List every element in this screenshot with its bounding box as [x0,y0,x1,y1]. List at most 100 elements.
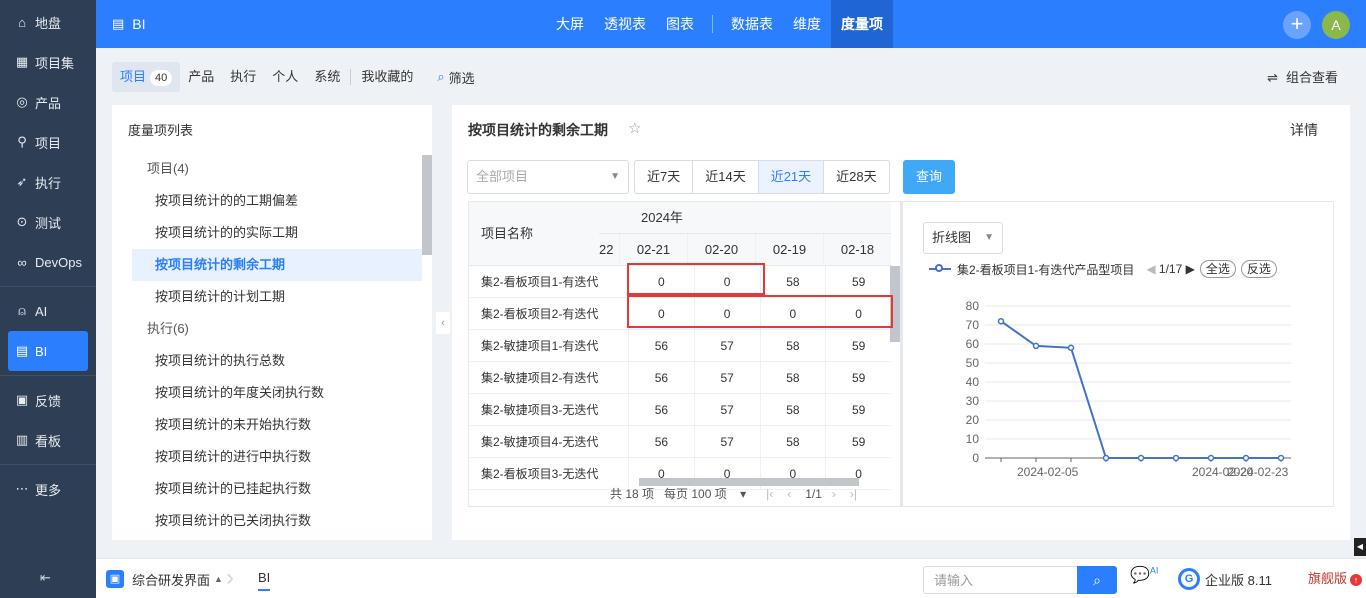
list-scrollbar[interactable] [422,155,432,255]
project-select[interactable]: 全部项目 ▼ [467,160,629,194]
more-icon: ⋯ [15,481,29,496]
metric-item[interactable]: 按项目统计的剩余工期 [132,249,422,281]
top-tab-4[interactable]: 维度 [783,0,831,48]
range-button-3[interactable]: 近28天 [823,160,890,194]
category-tab-label: 个人 [272,69,299,84]
sidebar-item-label: BI [35,343,48,359]
category-tab-3[interactable]: 个人 [264,62,306,92]
y-tick-label: 10 [966,432,980,446]
sidebar-item-6[interactable]: ∞ DevOps [0,242,96,282]
top-tab-2[interactable]: 图表 [656,0,704,48]
chart-type-select[interactable]: 折线图 ▼ [923,222,1003,254]
combo-view-button[interactable]: ⇌ 组合查看 [1267,67,1338,86]
chart-legend: 集2-看板项目1-有迭代产品型项目 ◀ 1/17 ▶ 全选 反选 [929,260,1277,278]
category-tab-4[interactable]: 系统 [306,62,348,92]
top-tab-1[interactable]: 透视表 [594,0,656,48]
metric-item[interactable]: 按项目统计的未开始执行数 [132,409,422,441]
page-indicator: 1/1 [805,486,822,501]
y-tick-label: 50 [966,356,980,370]
range-button-2[interactable]: 近21天 [757,160,825,194]
first-page-icon[interactable]: |‹ [766,487,773,501]
execute-icon: ➶ [16,174,28,189]
project-count-badge: 40 [150,70,173,86]
y-tick-label: 60 [966,337,980,351]
y-tick-label: 30 [966,394,980,408]
sidebar-item-label: 产品 [35,95,62,111]
flagship-upgrade[interactable]: 旗舰版 ↑ [1308,559,1363,598]
top-tab-5[interactable]: 度量项 [831,0,893,48]
top-bar: ▤ BI 大屏 透视表 图表 数据表 维度 度量项 + A [96,0,1366,48]
line-chart: 010203040506070802024-02-05 2024-02-20202… [966,299,1291,479]
top-tab-0[interactable]: 大屏 [546,0,594,48]
sidebar-item-4[interactable]: ➶ 执行 [0,162,96,202]
metric-item[interactable]: 按项目统计的进行中执行数 [132,441,422,473]
invert-selection-button[interactable]: 反选 [1240,260,1277,278]
detail-link[interactable]: 详情 [1290,120,1318,140]
metric-item[interactable]: 按项目统计的年度关闭执行数 [132,377,422,409]
metric-item[interactable]: 按项目统计的执行总数 [132,345,422,377]
workspace-switcher[interactable]: ▣ 综合研发界面 ▲ [106,559,223,598]
edition-info[interactable]: G 企业版 8.11 [1178,559,1272,598]
query-button[interactable]: 查询 [903,160,955,194]
x-tick-label: 2024-02-05 [1017,465,1079,479]
flagship-label: 旗舰版 [1308,571,1348,586]
bottom-bar: ▣ 综合研发界面 ▲ › BI ⌕ 💬AI G 企业版 8.11 旗舰版↑ [96,558,1366,598]
sidebar-item-0[interactable]: ⌂ 地盘 [0,2,96,42]
ai-chat-icon[interactable]: 💬AI [1130,565,1158,585]
next-page-icon[interactable]: › [832,487,836,501]
category-tab-2[interactable]: 执行 [222,62,264,92]
select-all-button[interactable]: 全选 [1199,260,1236,278]
metric-item[interactable]: 按项目统计的的工期偏差 [132,185,422,217]
sidebar-item-8[interactable]: ▤ BI [8,331,88,371]
category-tab-0[interactable]: 项目 40 [112,62,181,92]
sidebar-item-5[interactable]: ⊙ 测试 [0,202,96,242]
zentao-logo-icon: G [1178,568,1200,590]
avatar[interactable]: A [1322,11,1350,39]
sidebar-item-10[interactable]: ▥ 看板 [0,420,96,460]
date-columns: 2024年 22 02-21 02-20 02-19 02-18 0 0 58 59 0 0 0 0 56… [599,202,891,490]
breadcrumb-separator: › [226,564,234,591]
prev-page-icon[interactable]: ‹ [787,487,791,501]
sidebar-item-label: 项目 [35,135,62,151]
add-button[interactable]: + [1283,11,1311,39]
sidebar-item-1[interactable]: ▦ 项目集 [0,42,96,82]
search-button[interactable]: ⌕ [1077,566,1117,594]
workspace-label: 综合研发界面 [132,572,211,588]
collapse-sidebar-icon[interactable]: ⇤ [40,570,51,586]
category-tab-1[interactable]: 产品 [180,62,222,92]
sidebar-item-3[interactable]: ⚲ 项目 [0,122,96,162]
legend-next-icon[interactable]: ▶ [1186,262,1195,276]
per-page-select[interactable]: 每页 100 项 ▾ [664,485,756,502]
legend-prev-icon[interactable]: ◀ [1146,262,1155,276]
range-button-0[interactable]: 近7天 [634,160,694,194]
table-cell: 58 [759,330,826,361]
sidebar-item-11[interactable]: ⋯ 更多 [0,469,96,509]
last-page-icon[interactable]: ›| [850,487,857,501]
range-button-1[interactable]: 近14天 [692,160,759,194]
star-icon[interactable]: ☆ [628,119,641,137]
search-input[interactable] [923,566,1077,594]
sidebar-item-9[interactable]: ▣ 反馈 [0,380,96,420]
collapse-panel-icon[interactable]: ‹ [436,312,450,334]
metric-group-0[interactable]: 项目(4) [132,153,422,185]
table-cell: 59 [825,266,891,297]
metric-item[interactable]: 按项目统计的已挂起执行数 [132,473,422,505]
highlight-box-row1 [627,263,765,295]
legend-series-name[interactable]: 集2-看板项目1-有迭代产品型项目 [957,261,1134,278]
table-cell: 57 [693,426,760,457]
metric-item[interactable]: 按项目统计的计划工期 [132,281,422,313]
sidebar-item-7[interactable]: ⍝ AI [0,291,96,331]
series-line [1000,320,1281,459]
upgrade-arrow-icon: ↑ [1350,573,1363,586]
filter-button[interactable]: ⌕ 筛选 [437,68,474,87]
table-cell-stub [599,266,628,297]
category-tab-5[interactable]: 我收藏的 [353,62,421,92]
metric-group-1[interactable]: 执行(6) [132,313,422,345]
breadcrumb-bi[interactable]: BI [258,559,271,591]
top-tab-3[interactable]: 数据表 [721,0,783,48]
metric-item[interactable]: 按项目统计的已关闭执行数 [132,505,422,537]
sidebar-item-2[interactable]: ◎ 产品 [0,82,96,122]
side-drawer-toggle-icon[interactable]: ◀ [1354,538,1366,556]
metric-item[interactable]: 按项目统计的的实际工期 [132,217,422,249]
date-header-cell: 02-21 [619,234,687,265]
